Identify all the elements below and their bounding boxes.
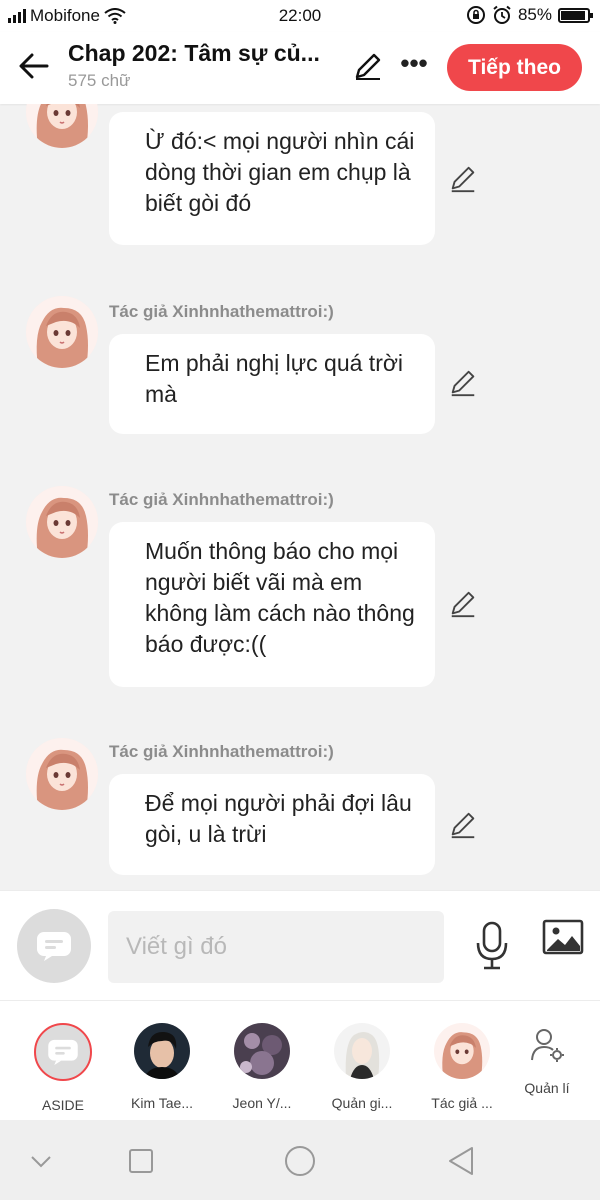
avatar-image bbox=[434, 1023, 490, 1079]
more-options-button[interactable]: ••• bbox=[396, 50, 432, 86]
pencil-icon bbox=[355, 53, 381, 80]
rotation-lock-icon bbox=[466, 6, 485, 24]
pencil-icon bbox=[451, 370, 475, 397]
author-name: Tác giả Xinhnhathemattroi:) bbox=[109, 302, 334, 321]
author-avatar[interactable] bbox=[26, 104, 98, 148]
avatar-image bbox=[26, 104, 98, 148]
nav-hide-button[interactable] bbox=[24, 1144, 58, 1178]
voice-input-button[interactable] bbox=[474, 921, 510, 971]
avatar-image bbox=[26, 296, 98, 368]
nav-back-icon bbox=[449, 1147, 473, 1175]
avatar-image bbox=[234, 1023, 290, 1079]
avatar-image bbox=[26, 738, 98, 810]
back-arrow-icon bbox=[19, 53, 49, 79]
pencil-icon bbox=[451, 591, 475, 618]
chat-area[interactable]: Ừ đó:< mọi người nhìn cái dòng thời gian… bbox=[0, 104, 600, 890]
manage-user-icon bbox=[531, 1029, 564, 1062]
character-name: Quản lí bbox=[524, 1080, 570, 1096]
edit-chapter-button[interactable] bbox=[352, 50, 388, 86]
page-title[interactable]: Chap 202: Tâm sự củ... bbox=[68, 40, 350, 67]
nav-home-button[interactable] bbox=[283, 1144, 317, 1178]
edit-message-button[interactable] bbox=[448, 368, 478, 398]
word-count: 575 chữ bbox=[68, 71, 131, 90]
author-name: Tác giả Xinhnhathemattroi:) bbox=[109, 742, 334, 761]
battery-percent: 85% bbox=[517, 5, 552, 24]
character-name: Jeon Y/... bbox=[232, 1095, 292, 1111]
nav-back-button[interactable] bbox=[444, 1144, 478, 1178]
edit-message-button[interactable] bbox=[448, 810, 478, 840]
nav-down-icon bbox=[31, 1156, 51, 1168]
aside-toggle-button[interactable] bbox=[17, 909, 91, 983]
message-bubble[interactable]: Em phải nghị lực quá trời mà bbox=[109, 334, 435, 434]
character-jeon[interactable]: Jeon Y/... bbox=[215, 1023, 309, 1111]
author-avatar[interactable] bbox=[26, 738, 98, 810]
message-bubble[interactable]: Để mọi người phải đợi lâu gòi, u là trừi bbox=[109, 774, 435, 875]
avatar bbox=[434, 1023, 490, 1079]
message-text: Ừ đó:< mọi người nhìn cái dòng thời gian… bbox=[145, 128, 415, 216]
back-button[interactable] bbox=[14, 46, 54, 86]
nav-recent-button[interactable] bbox=[124, 1144, 158, 1178]
system-nav-bar bbox=[0, 1120, 600, 1200]
aside-icon bbox=[37, 932, 71, 961]
avatar-image bbox=[26, 486, 98, 558]
message-bubble[interactable]: Ừ đó:< mọi người nhìn cái dòng thời gian… bbox=[109, 112, 435, 245]
status-right: 85% bbox=[466, 5, 593, 25]
avatar-image bbox=[134, 1023, 190, 1079]
author-avatar[interactable] bbox=[26, 296, 98, 368]
aside-avatar bbox=[34, 1023, 92, 1081]
manage-characters-button[interactable]: Quản lí bbox=[500, 1027, 594, 1096]
next-chapter-button[interactable]: Tiếp theo bbox=[447, 44, 582, 91]
message-composer bbox=[0, 890, 600, 1000]
author-avatar[interactable] bbox=[26, 486, 98, 558]
edit-message-button[interactable] bbox=[448, 164, 478, 194]
top-app-bar: Chap 202: Tâm sự củ... 575 chữ ••• Tiếp … bbox=[0, 32, 600, 104]
alarm-icon bbox=[493, 5, 511, 24]
character-quan-gia[interactable]: Quản gi... bbox=[315, 1023, 409, 1111]
nav-home-icon bbox=[285, 1146, 315, 1176]
edit-message-button[interactable] bbox=[448, 589, 478, 619]
avatar bbox=[334, 1023, 390, 1079]
mic-icon bbox=[476, 921, 508, 970]
message-text: Để mọi người phải đợi lâu gòi, u là trừi bbox=[145, 790, 412, 847]
battery-icon bbox=[558, 7, 593, 23]
character-aside[interactable]: ASIDE bbox=[16, 1023, 110, 1113]
image-icon bbox=[542, 919, 584, 955]
avatar bbox=[134, 1023, 190, 1079]
character-tac-gia[interactable]: Tác giả ... bbox=[415, 1023, 509, 1111]
message-text: Em phải nghị lực quá trời mà bbox=[145, 350, 404, 407]
title-block: Chap 202: Tâm sự củ... 575 chữ bbox=[68, 40, 350, 91]
character-kim-tae[interactable]: Kim Tae... bbox=[115, 1023, 209, 1111]
message-input[interactable] bbox=[108, 911, 444, 983]
status-bar: Mobifone 22:00 85% bbox=[0, 0, 600, 32]
nav-recent-icon bbox=[129, 1149, 153, 1173]
avatar-image bbox=[334, 1023, 390, 1079]
character-name: Kim Tae... bbox=[131, 1095, 193, 1111]
message-text: Muốn thông báo cho mọi người biết vãi mà… bbox=[145, 538, 415, 657]
pencil-icon bbox=[451, 166, 475, 193]
aside-icon bbox=[48, 1039, 78, 1065]
battery-fill bbox=[561, 10, 585, 20]
author-name: Tác giả Xinhnhathemattroi:) bbox=[109, 490, 334, 509]
insert-image-button[interactable] bbox=[542, 919, 584, 955]
more-icon: ••• bbox=[400, 48, 428, 78]
avatar bbox=[234, 1023, 290, 1079]
character-name: ASIDE bbox=[41, 1097, 84, 1113]
pencil-icon bbox=[451, 812, 475, 839]
message-bubble[interactable]: Muốn thông báo cho mọi người biết vãi mà… bbox=[109, 522, 435, 687]
character-name: Quản gi... bbox=[331, 1095, 393, 1111]
character-name: Tác giả ... bbox=[431, 1095, 493, 1111]
character-bar: ASIDE Kim Tae... Jeon Y/... Quản gi... T… bbox=[0, 1000, 600, 1120]
